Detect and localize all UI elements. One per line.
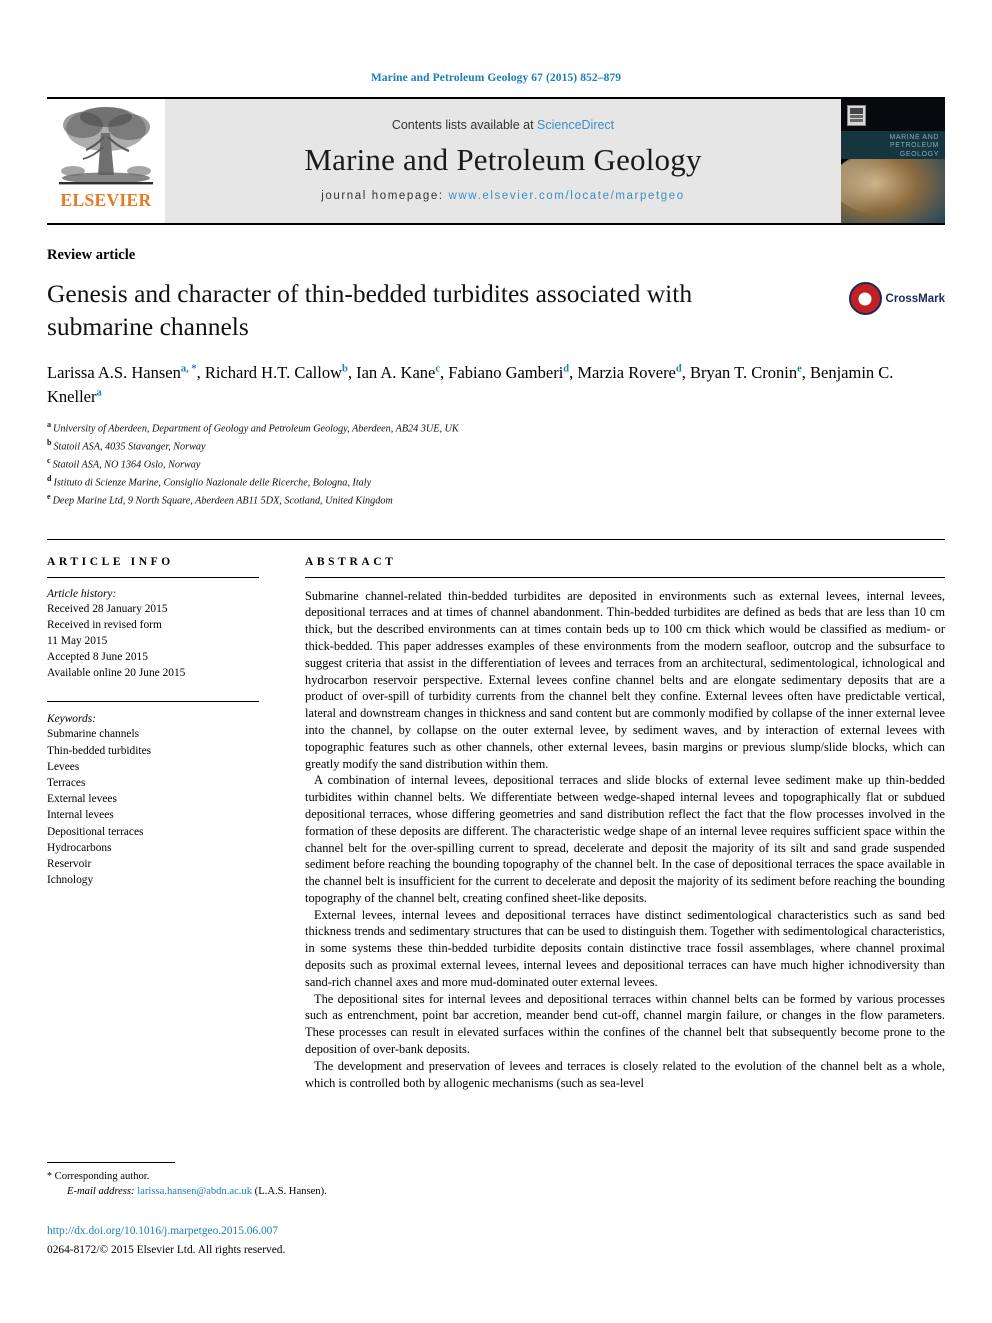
author-name: Bryan T. Cronin — [689, 363, 798, 383]
affiliation-item: e Deep Marine Ltd, 9 North Square, Aberde… — [47, 491, 945, 509]
author-name: Richard H.T. Callow — [204, 363, 342, 383]
keyword-item: Submarine channels — [47, 728, 140, 741]
info-abstract-section: ARTICLE INFO Article history: Received 2… — [47, 538, 945, 1092]
article-info-column: ARTICLE INFO Article history: Received 2… — [47, 556, 259, 1092]
corresponding-author-label: Corresponding author. — [54, 1170, 150, 1182]
affiliation-text: Deep Marine Ltd, 9 North Square, Aberdee… — [52, 495, 393, 507]
article-history-item: Received in revised form — [47, 618, 162, 631]
running-head: Marine and Petroleum Geology 67 (2015) 8… — [370, 72, 622, 84]
cover-title-text: MARINE AND PETROLEUM GEOLOGY — [889, 133, 939, 159]
affiliation-item: b Statoil ASA, 4035 Stavanger, Norway — [47, 437, 945, 455]
corresponding-author-mark: * — [47, 1170, 52, 1182]
article-history-item: Available online 20 June 2015 — [47, 667, 186, 680]
article-type: Review article — [47, 247, 136, 263]
elsevier-tree-icon — [59, 107, 153, 185]
author-affiliation-mark: d — [675, 363, 682, 375]
keyword-item: Internal levees — [47, 809, 114, 822]
affiliation-mark: e — [47, 491, 51, 501]
article-history-item: Received 28 January 2015 — [47, 602, 168, 615]
contents-prefix: Contents lists available at — [391, 118, 534, 132]
author-name: Fabiano Gamberi — [448, 363, 564, 383]
sciencedirect-link[interactable]: ScienceDirect — [537, 118, 614, 132]
author-affiliation-mark: a — [96, 387, 102, 399]
author-affiliation-mark: c — [435, 363, 441, 375]
affiliation-item: d Istituto di Scienze Marine, Consiglio N… — [47, 473, 945, 491]
author-name: Marzia Rovere — [577, 363, 676, 383]
affiliation-mark: b — [47, 437, 52, 447]
journal-homepage-line: journal homepage: www.elsevier.com/locat… — [321, 190, 685, 202]
cover-ridge-highlight — [841, 151, 945, 216]
keyword-item: Depositional terraces — [47, 825, 144, 838]
abstract-paragraph: A combination of internal levees, deposi… — [305, 773, 945, 905]
affiliation-mark: a — [47, 420, 51, 430]
email-owner: (L.A.S. Hansen). — [254, 1186, 327, 1198]
journal-article-page: Marine and Petroleum Geology 67 (2015) 8… — [0, 0, 992, 1323]
keywords-block: Keywords: Submarine channels Thin-bedded… — [47, 701, 259, 888]
affiliation-text: Statoil ASA, NO 1364 Oslo, Norway — [52, 459, 201, 471]
abstract-paragraph: The depositional sites for internal leve… — [305, 991, 945, 1057]
email-note: E-mail address: larissa.hansen@abdn.ac.u… — [47, 1184, 517, 1199]
affiliation-list: a University of Aberdeen, Department of G… — [47, 419, 945, 508]
affiliation-mark: d — [47, 473, 52, 483]
title-row: Genesis and character of thin-bedded tur… — [47, 278, 945, 343]
affiliation-text: Istituto di Scienze Marine, Consiglio Na… — [53, 477, 372, 489]
abstract-paragraph: External levees, internal levees and dep… — [305, 907, 945, 989]
journal-title: Marine and Petroleum Geology — [304, 142, 702, 177]
keyword-item: Ichnology — [47, 874, 94, 887]
elsevier-wordmark: ELSEVIER — [60, 190, 152, 210]
crossmark-icon — [848, 282, 882, 315]
affiliation-item: a University of Aberdeen, Department of G… — [47, 419, 945, 437]
author-affiliation-mark: d — [563, 363, 570, 375]
article-info-heading: ARTICLE INFO — [47, 555, 174, 568]
masthead-center: Contents lists available at ScienceDirec… — [165, 99, 841, 223]
abstract-heading: ABSTRACT — [305, 555, 397, 568]
journal-cover-thumbnail: MARINE AND PETROLEUM GEOLOGY — [841, 99, 945, 223]
affiliation-text: Statoil ASA, 4035 Stavanger, Norway — [53, 441, 206, 453]
article-history-label: Article history: — [47, 587, 117, 600]
homepage-prefix: journal homepage: — [321, 190, 444, 202]
doi-block: http://dx.doi.org/10.1016/j.marpetgeo.20… — [47, 1223, 517, 1259]
author-name: Larissa A.S. Hansen — [47, 363, 181, 383]
keyword-item: Thin-bedded turbidites — [47, 744, 152, 757]
crossmark-label: CrossMark — [885, 292, 945, 305]
corresponding-author-note: * Corresponding author. — [47, 1169, 517, 1185]
elsevier-logo: ELSEVIER — [47, 99, 165, 223]
journal-masthead: ELSEVIER Contents lists available at Sci… — [47, 97, 945, 225]
affiliation-text: University of Aberdeen, Department of Ge… — [53, 423, 459, 435]
page-footer: * Corresponding author. E-mail address: … — [47, 1161, 517, 1259]
copyright-line: 0264-8172/© 2015 Elsevier Ltd. All right… — [47, 1243, 286, 1256]
author-name: Ian A. Kane — [356, 363, 436, 383]
footnote-divider — [47, 1161, 175, 1163]
author-list: Larissa A.S. Hansena, *, Richard H.T. Ca… — [47, 363, 894, 407]
abstract-column: ABSTRACT Submarine channel-related thin-… — [305, 556, 945, 1092]
keyword-item: Reservoir — [47, 857, 92, 870]
article-history-item: Accepted 8 June 2015 — [47, 651, 148, 664]
keyword-item: Levees — [47, 760, 80, 773]
abstract-body: Submarine channel-related thin-bedded tu… — [305, 588, 945, 1092]
cover-elsevier-badge-icon — [847, 105, 866, 126]
crossmark-badge[interactable]: CrossMark — [848, 282, 945, 315]
keywords-label: Keywords: — [47, 713, 96, 726]
contents-lists-line: Contents lists available at ScienceDirec… — [392, 118, 614, 132]
article-info-divider — [47, 576, 259, 578]
abstract-divider — [305, 576, 945, 578]
keyword-item: Hydrocarbons — [47, 841, 112, 854]
doi-link[interactable]: http://dx.doi.org/10.1016/j.marpetgeo.20… — [47, 1223, 517, 1240]
author-affiliation-mark: b — [342, 363, 348, 375]
email-label: E-mail address: — [67, 1186, 135, 1198]
abstract-paragraph: Submarine channel-related thin-bedded tu… — [305, 588, 945, 771]
affiliation-mark: c — [47, 455, 51, 465]
keyword-item: Terraces — [47, 777, 86, 790]
homepage-link[interactable]: www.elsevier.com/locate/marpetgeo — [449, 190, 685, 202]
abstract-paragraph: The development and preservation of leve… — [305, 1058, 945, 1090]
author-affiliation-mark: a, * — [180, 363, 197, 375]
page-title: Genesis and character of thin-bedded tur… — [47, 279, 693, 341]
keyword-item: External levees — [47, 793, 117, 806]
article-history-item: 11 May 2015 — [47, 634, 108, 647]
affiliation-item: c Statoil ASA, NO 1364 Oslo, Norway — [47, 455, 945, 473]
email-link[interactable]: larissa.hansen@abdn.ac.uk — [137, 1186, 252, 1197]
author-affiliation-mark: e — [797, 363, 802, 375]
